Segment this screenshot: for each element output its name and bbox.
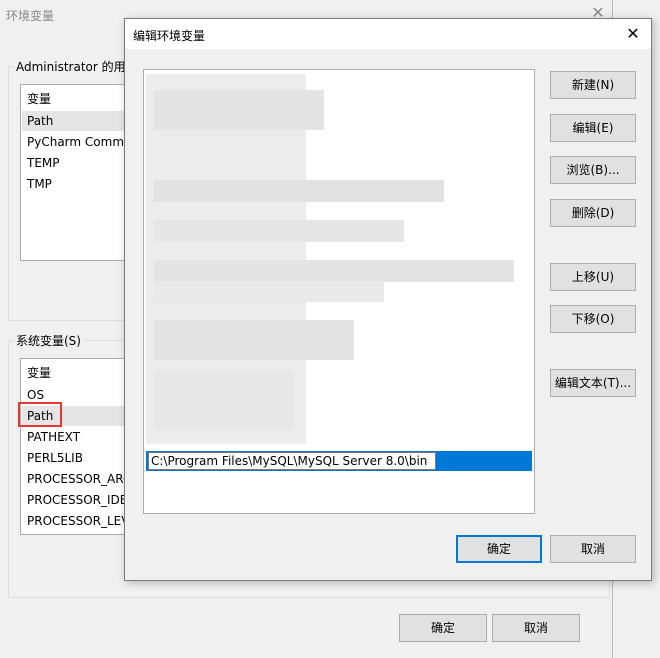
edit-text-button[interactable]: 编辑文本(T)... bbox=[550, 369, 636, 397]
window-title: 环境变量 bbox=[6, 9, 55, 23]
list-item[interactable]: PATHEXT bbox=[27, 427, 80, 447]
new-button[interactable]: 新建(N) bbox=[550, 71, 636, 99]
move-up-button[interactable]: 上移(U) bbox=[550, 263, 636, 291]
delete-button[interactable]: 删除(D) bbox=[550, 199, 636, 227]
dialog-ok-button[interactable]: 确定 bbox=[456, 535, 542, 563]
blurred-entries bbox=[154, 260, 514, 282]
blurred-entries bbox=[154, 320, 354, 360]
blurred-entries bbox=[154, 282, 384, 302]
close-icon[interactable]: ✕ bbox=[621, 24, 645, 44]
ok-button[interactable]: 确定 bbox=[399, 614, 487, 642]
move-down-button[interactable]: 下移(O) bbox=[550, 305, 636, 333]
system-variables-label: 系统变量(S) bbox=[14, 332, 83, 349]
blurred-entries bbox=[154, 220, 404, 242]
path-entries-list[interactable]: C:\Program Files\MySQL\MySQL Server 8.0\… bbox=[143, 69, 535, 514]
blurred-entries bbox=[154, 180, 444, 202]
dialog-cancel-button[interactable]: 取消 bbox=[550, 535, 636, 563]
list-item[interactable]: PERL5LIB bbox=[27, 448, 83, 468]
blurred-entries bbox=[154, 90, 324, 130]
path-highlight-box bbox=[18, 402, 62, 427]
dialog-title: 编辑环境变量 bbox=[133, 29, 206, 43]
path-edit-field[interactable]: C:\Program Files\MySQL\MySQL Server 8.0\… bbox=[148, 452, 436, 470]
column-header-variable[interactable]: 变量 bbox=[27, 89, 51, 109]
list-item[interactable]: TEMP bbox=[27, 153, 60, 173]
list-item[interactable]: TMP bbox=[27, 174, 52, 194]
column-header-variable[interactable]: 变量 bbox=[27, 363, 51, 383]
blurred-entries bbox=[154, 370, 294, 430]
browse-button[interactable]: 浏览(B)... bbox=[550, 156, 636, 184]
cancel-button[interactable]: 取消 bbox=[492, 614, 580, 642]
edit-environment-variable-dialog: 编辑环境变量 ✕ C:\Program Files\MySQL\MySQL Se… bbox=[124, 18, 652, 581]
edit-button[interactable]: 编辑(E) bbox=[550, 114, 636, 142]
